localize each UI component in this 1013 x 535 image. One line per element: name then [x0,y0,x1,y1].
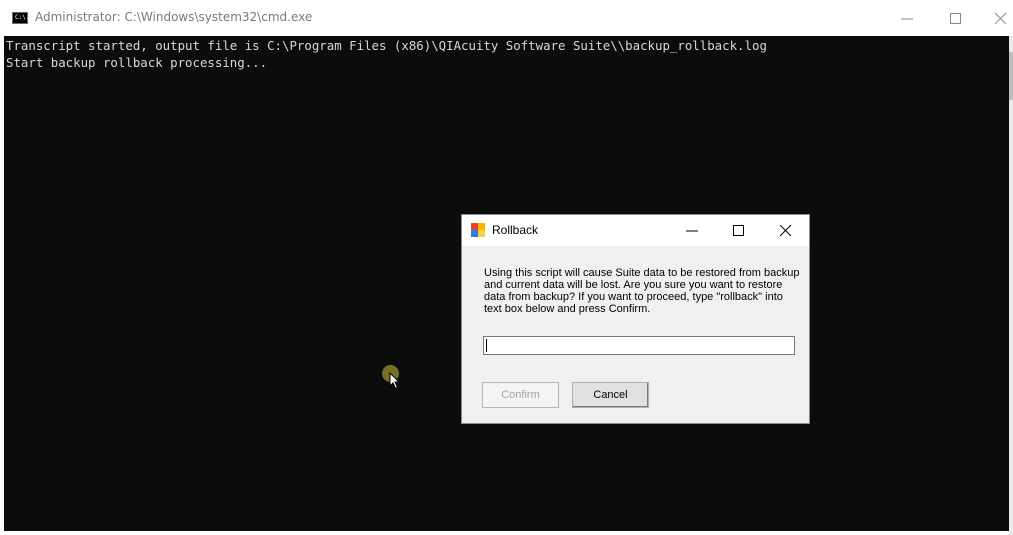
cmd-minimize-button[interactable] [884,0,930,36]
console-scrollbar[interactable] [1009,36,1013,535]
dialog-minimize-button[interactable] [668,215,714,246]
confirm-button[interactable]: Confirm [482,382,559,408]
mouse-pointer-icon [389,372,401,390]
dialog-maximize-button[interactable] [715,215,761,246]
scrollbar-thumb[interactable] [1009,52,1013,100]
dialog-title: Rollback [492,223,539,237]
cmd-close-button[interactable] [978,0,1013,36]
dialog-close-button[interactable] [762,215,808,246]
console-line: Start backup rollback processing... [6,55,268,70]
maximize-icon [733,225,744,236]
close-icon [994,12,1007,25]
console-line: Transcript started, output file is C:\Pr… [6,38,767,53]
dialog-message: Using this script will cause Suite data … [484,267,800,315]
cmd-icon-label: C:\. [15,14,30,21]
rollback-dialog: Rollback Using this script will cause Su… [461,214,810,424]
rollback-text-input[interactable] [483,336,795,355]
cmd-titlebar[interactable]: C:\. Administrator: C:\Windows\system32\… [0,0,1013,36]
close-icon [779,225,792,237]
maximize-icon [950,13,961,24]
app-icon [471,223,485,237]
cmd-icon: C:\. [12,12,30,24]
minimize-icon [901,18,913,20]
cmd-window-title: Administrator: C:\Windows\system32\cmd.e… [35,10,313,24]
text-caret [486,339,487,352]
dialog-titlebar[interactable]: Rollback [462,215,809,246]
minimize-icon [686,230,698,232]
cancel-button[interactable]: Cancel [572,382,649,408]
cmd-maximize-button[interactable] [933,0,979,36]
